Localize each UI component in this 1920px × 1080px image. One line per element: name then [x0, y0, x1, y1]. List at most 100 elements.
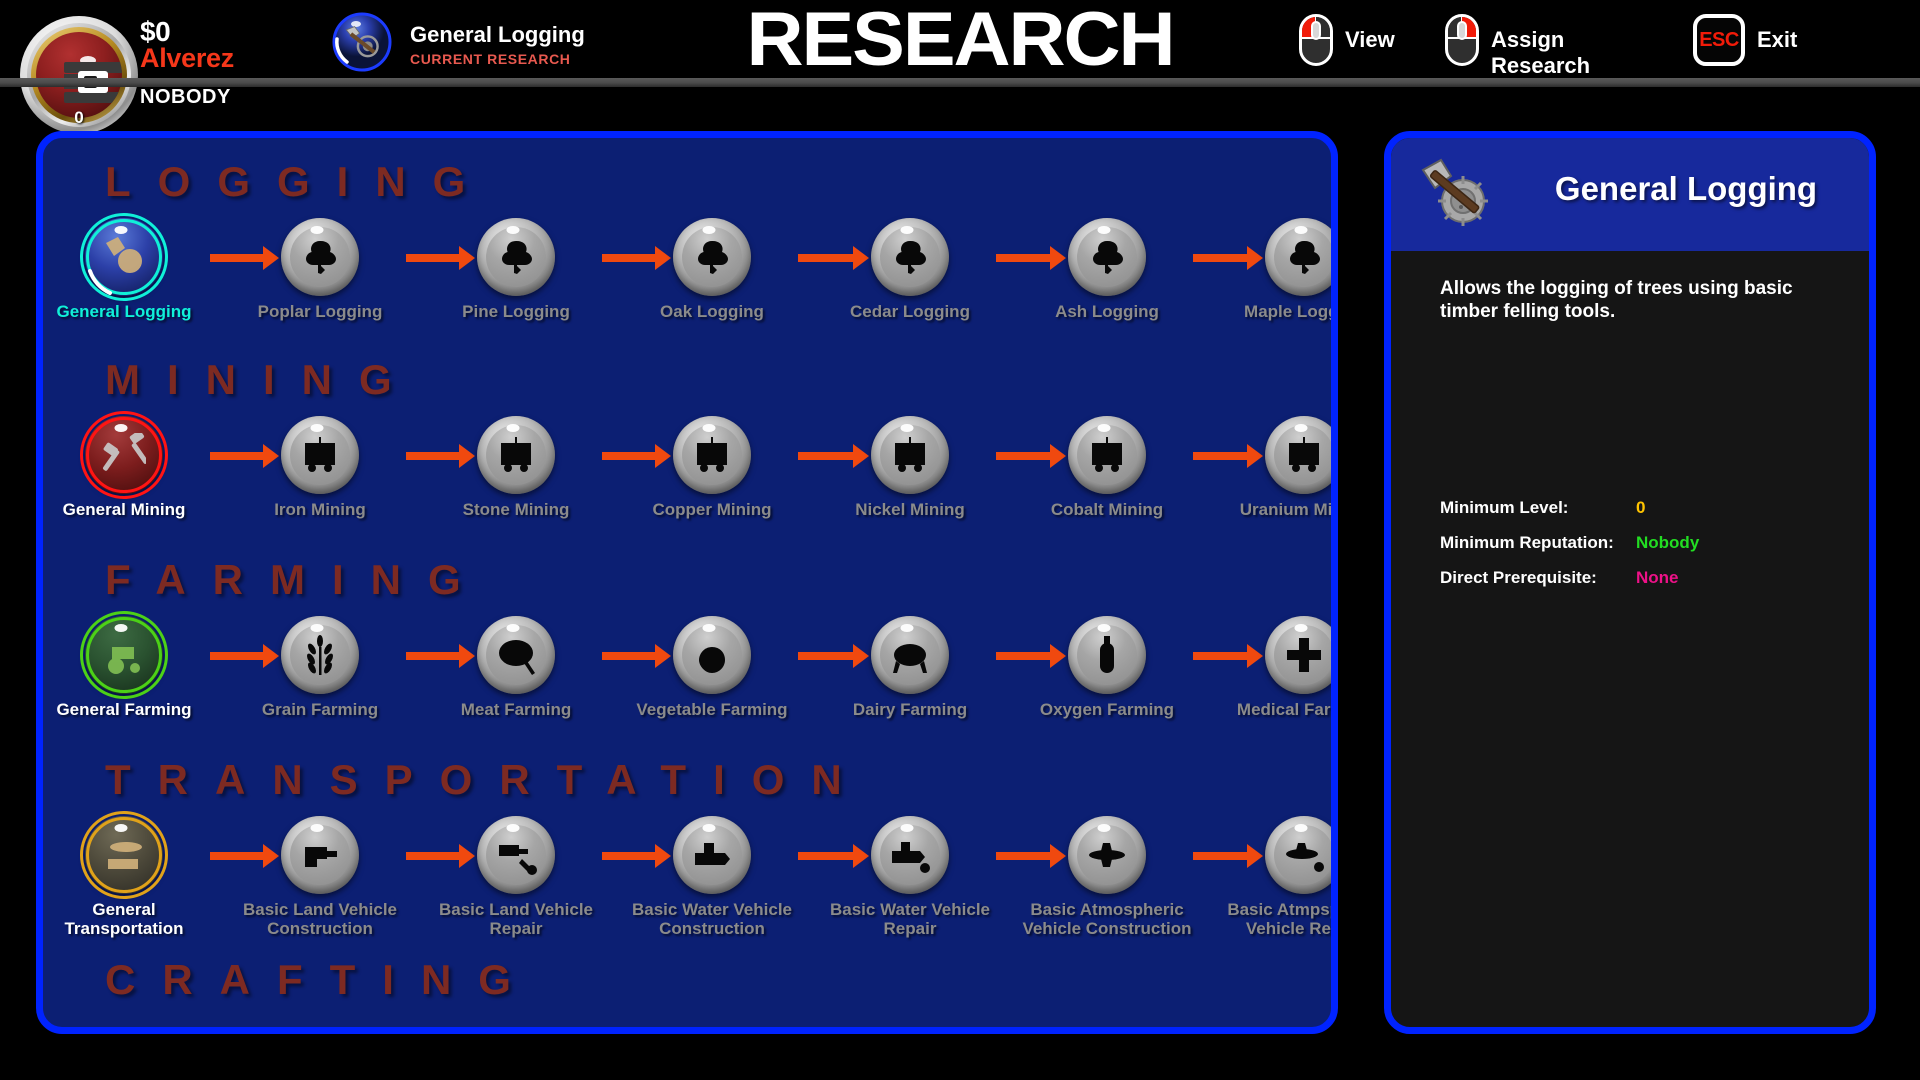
player-reputation: NOBODY	[140, 86, 231, 108]
category-title: FARMING	[105, 556, 488, 603]
tech-node[interactable]: Basic Atmpspheric Vehicle Repair	[1219, 816, 1331, 938]
tech-node[interactable]: Basic Atmospheric Vehicle Construction	[1022, 816, 1192, 938]
control-hint-assign-label: Assign Research	[1491, 27, 1591, 78]
orb-highlight	[506, 423, 520, 432]
tech-node-orb[interactable]	[1265, 416, 1331, 494]
tech-node-orb[interactable]	[673, 816, 751, 894]
tech-node-orb-inner	[1077, 227, 1137, 287]
tech-node-orb-inner	[880, 625, 940, 685]
tech-node[interactable]: Poplar Logging	[235, 218, 405, 321]
left-mouse-icon	[1299, 14, 1333, 66]
tech-node-orb[interactable]	[1265, 816, 1331, 894]
tech-node-orb[interactable]	[477, 816, 555, 894]
info-stat-key: Minimum Reputation:	[1440, 533, 1614, 552]
tech-node-orb[interactable]	[477, 616, 555, 694]
tech-node[interactable]: General Logging	[43, 213, 209, 321]
tech-node-orb-inner	[682, 625, 742, 685]
tech-node-label: Vegetable Farming	[636, 700, 788, 719]
tech-node[interactable]: Cobalt Mining	[1022, 416, 1192, 519]
orb-highlight	[114, 623, 128, 632]
tech-node[interactable]: Oxygen Farming	[1022, 616, 1192, 719]
tech-node-label: Poplar Logging	[257, 302, 383, 321]
tech-node-label: Basic Atmospheric Vehicle Construction	[1022, 900, 1192, 938]
orb-highlight	[702, 623, 716, 632]
tech-node[interactable]: General Transportation	[43, 811, 209, 938]
tech-node[interactable]: Basic Water Vehicle Construction	[627, 816, 797, 938]
tech-node[interactable]: Nickel Mining	[825, 416, 995, 519]
tree-icon	[486, 227, 546, 287]
orb-highlight	[114, 423, 128, 432]
info-panel-header: General Logging	[1391, 138, 1869, 251]
land-vehicle-wrench-icon	[486, 825, 546, 885]
tech-node[interactable]: Oak Logging	[627, 218, 797, 321]
esc-key-icon[interactable]: ESC	[1693, 14, 1745, 66]
tech-node-orb[interactable]	[80, 811, 168, 899]
tech-node[interactable]: Medical Farming	[1219, 616, 1331, 719]
tech-node[interactable]: Basic Land Vehicle Repair	[431, 816, 601, 938]
player-level: 0	[74, 108, 84, 127]
tech-node-label: Oak Logging	[660, 302, 764, 321]
tech-node-orb[interactable]	[871, 816, 949, 894]
orb-highlight	[310, 423, 324, 432]
tech-node-orb[interactable]	[1068, 816, 1146, 894]
tech-node-orb[interactable]	[673, 616, 751, 694]
tech-node[interactable]: General Mining	[43, 411, 209, 519]
tech-node-orb-inner	[682, 425, 742, 485]
tech-node[interactable]: Uranium Mining	[1219, 416, 1331, 519]
info-stat-key: Direct Prerequisite:	[1440, 568, 1597, 587]
orb-highlight	[506, 225, 520, 234]
tech-node[interactable]: General Farming	[43, 611, 209, 719]
category-title: CRAFTING	[105, 956, 538, 1003]
tech-node[interactable]: Iron Mining	[235, 416, 405, 519]
tech-node-orb[interactable]	[477, 416, 555, 494]
tech-node-orb[interactable]	[80, 411, 168, 499]
tech-node-orb-inner	[880, 825, 940, 885]
tech-node[interactable]: Cedar Logging	[825, 218, 995, 321]
cow-icon	[880, 625, 940, 685]
tech-node[interactable]: Stone Mining	[431, 416, 601, 519]
tech-node[interactable]: Basic Land Vehicle Construction	[235, 816, 405, 938]
tree-icon	[1274, 227, 1331, 287]
tech-node-orb[interactable]	[1068, 616, 1146, 694]
tech-node-label: General Farming	[56, 700, 192, 719]
tech-node-orb[interactable]	[281, 816, 359, 894]
tech-node-orb[interactable]	[1068, 218, 1146, 296]
orb-highlight	[1294, 823, 1308, 832]
orb-highlight	[702, 423, 716, 432]
tech-node[interactable]: Copper Mining	[627, 416, 797, 519]
research-tree-panel[interactable]: LOGGING General Logging Poplar Logging Pine…	[36, 131, 1338, 1034]
tech-node-orb-inner	[1274, 425, 1331, 485]
tech-node-orb-inner	[290, 425, 350, 485]
tech-node-orb[interactable]	[477, 218, 555, 296]
orb-highlight	[1097, 225, 1111, 234]
orb-highlight	[1294, 423, 1308, 432]
tech-node[interactable]: Basic Water Vehicle Repair	[825, 816, 995, 938]
header-divider	[0, 78, 1920, 87]
tech-node-orb[interactable]	[1068, 416, 1146, 494]
tech-node-orb[interactable]	[281, 218, 359, 296]
tech-node-orb[interactable]	[871, 616, 949, 694]
tech-node-orb[interactable]	[673, 416, 751, 494]
tech-node[interactable]: Pine Logging	[431, 218, 601, 321]
tech-node[interactable]: Grain Farming	[235, 616, 405, 719]
tech-node[interactable]: Meat Farming	[431, 616, 601, 719]
tech-node[interactable]: Dairy Farming	[825, 616, 995, 719]
tech-node-orb[interactable]	[281, 416, 359, 494]
tech-node-orb[interactable]	[1265, 616, 1331, 694]
tech-node-orb-inner	[880, 227, 940, 287]
tech-node-orb[interactable]	[871, 416, 949, 494]
tech-node-orb[interactable]	[673, 218, 751, 296]
tech-node-orb[interactable]	[80, 213, 168, 301]
tech-node[interactable]: Ash Logging	[1022, 218, 1192, 321]
tech-node-orb[interactable]	[80, 611, 168, 699]
tech-node-orb[interactable]	[1265, 218, 1331, 296]
tech-node[interactable]: Maple Logging	[1219, 218, 1331, 321]
tech-node-orb[interactable]	[281, 616, 359, 694]
tech-node[interactable]: Vegetable Farming	[627, 616, 797, 719]
tech-node-label: Basic Land Vehicle Construction	[242, 900, 397, 938]
tech-node-orb-inner	[486, 425, 546, 485]
tech-node-orb-inner	[682, 825, 742, 885]
tech-node-orb[interactable]	[871, 218, 949, 296]
info-stat-value: Nobody	[1636, 533, 1700, 552]
tech-node-label: Cobalt Mining	[1050, 500, 1164, 519]
